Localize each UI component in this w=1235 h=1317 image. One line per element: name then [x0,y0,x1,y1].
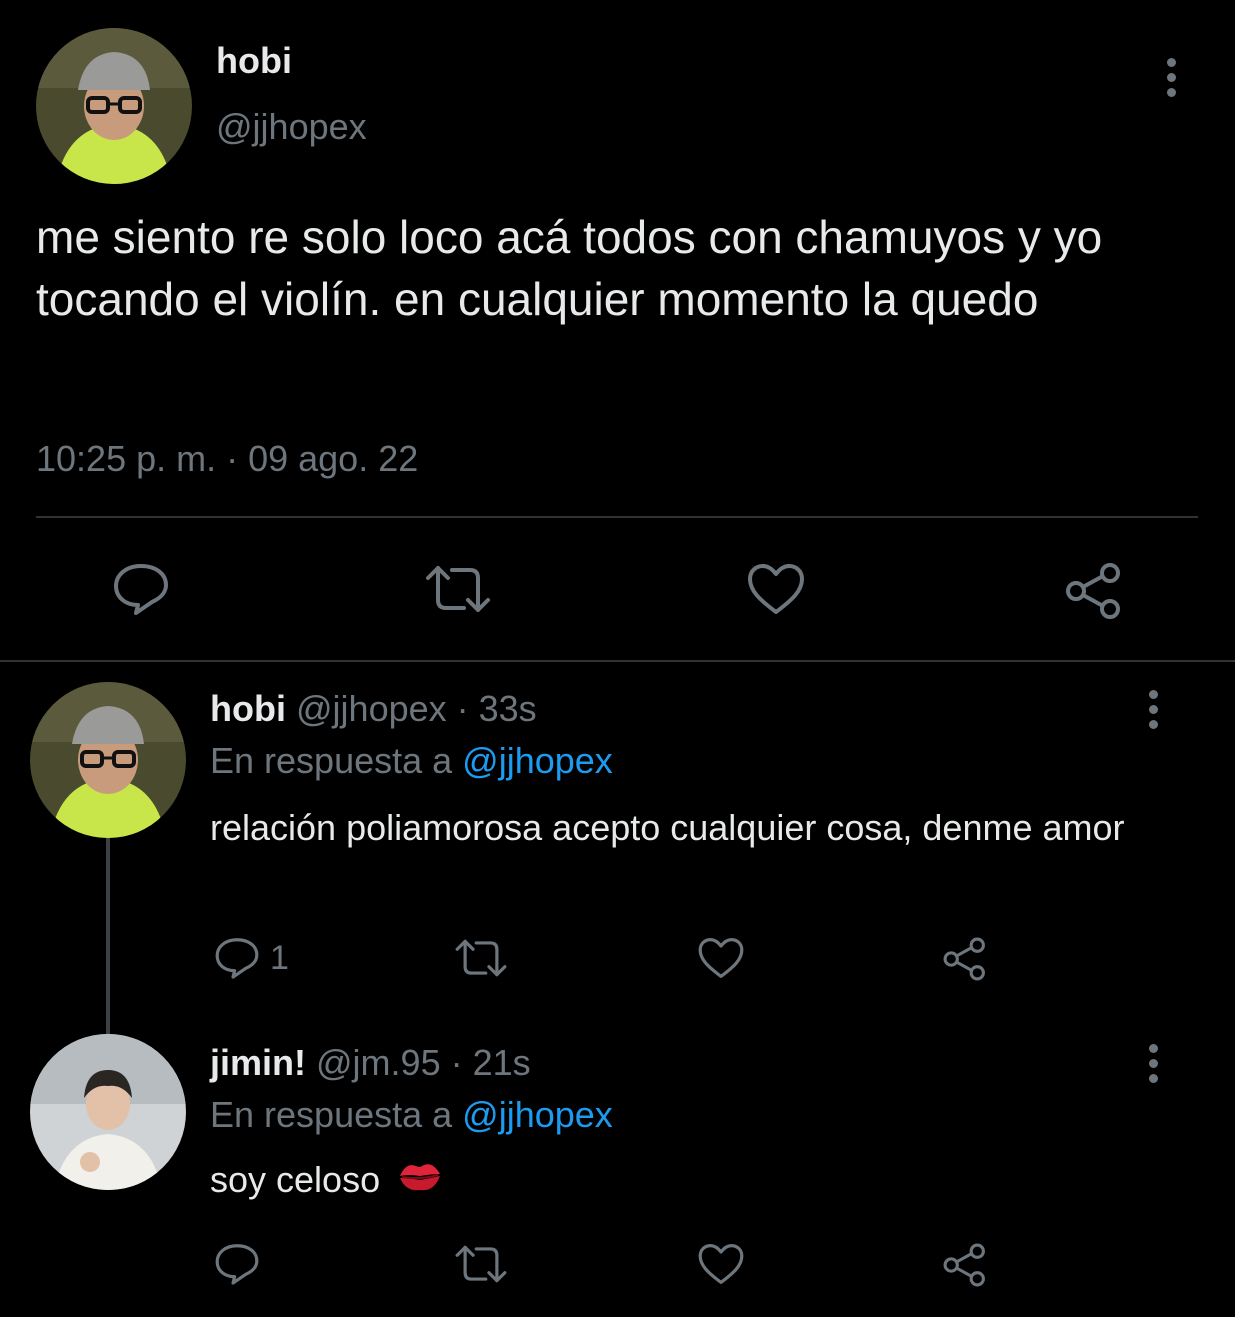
main-tweet-display-name[interactable]: hobi [216,40,292,82]
retweet-icon [454,1242,508,1286]
reply-text: relación poliamorosa acepto cualquier co… [210,807,1125,848]
reply-button[interactable]: 1 [214,936,289,980]
share-icon [1064,562,1124,620]
reply-text: soy celoso [210,1159,381,1200]
share-button[interactable] [942,936,988,982]
reply-display-name[interactable]: jimin! [210,1042,306,1083]
kiss-mark-icon [396,1158,444,1206]
reply-to-prefix: En respuesta a [210,1094,453,1135]
share-icon [942,1242,988,1288]
reply-display-name[interactable]: hobi [210,688,286,729]
main-tweet-text: me siento re solo loco acá todos con cha… [36,211,1103,325]
in-reply-to: En respuesta a @jjhopex [210,740,613,782]
reply-icon [214,1242,260,1286]
in-reply-to: En respuesta a @jjhopex [210,1094,613,1136]
reply-handle-time[interactable]: @jm.95 · 21s [316,1042,531,1083]
reply-to-mention[interactable]: @jjhopex [462,1094,613,1135]
hobi-avatar[interactable] [30,682,186,838]
like-button[interactable] [746,562,806,616]
jimin-avatar[interactable] [30,1034,186,1190]
reply-header[interactable]: hobi @jjhopex · 33s [210,688,537,730]
tweet-thread-page: hobi @jjhopex me siento re solo loco acá… [0,0,1235,1317]
reply-button[interactable] [112,562,170,616]
reply-header[interactable]: jimin! @jm.95 · 21s [210,1042,531,1084]
reply-to-prefix: En respuesta a [210,740,453,781]
share-icon [942,936,988,982]
retweet-icon [454,936,508,980]
retweet-button[interactable] [454,1242,508,1286]
more-options-icon[interactable] [1147,1044,1159,1083]
reply-handle-time[interactable]: @jjhopex · 33s [296,688,537,729]
reply-button[interactable] [214,1242,260,1286]
thread-connector-line [106,838,110,1034]
hobi-avatar[interactable] [36,28,192,184]
like-icon [746,562,806,616]
share-button[interactable] [1064,562,1124,620]
retweet-button[interactable] [424,562,492,616]
divider [36,516,1198,518]
retweet-button[interactable] [454,936,508,980]
like-button[interactable] [697,1242,745,1286]
share-button[interactable] [942,1242,988,1288]
main-tweet-timestamp[interactable]: 10:25 p. m. · 09 ago. 22 [36,438,418,480]
more-options-icon[interactable] [1147,690,1159,729]
reply-icon [112,562,170,616]
more-options-icon[interactable] [1165,58,1177,97]
reply-to-mention[interactable]: @jjhopex [462,740,613,781]
reply-count: 1 [270,938,289,977]
reply-icon [214,936,260,980]
main-tweet-handle[interactable]: @jjhopex [216,106,367,148]
reply-text-row: soy celoso [210,1156,1170,1206]
retweet-icon [424,562,492,616]
divider [0,660,1235,662]
like-button[interactable] [697,936,745,980]
like-icon [697,936,745,980]
like-icon [697,1242,745,1286]
